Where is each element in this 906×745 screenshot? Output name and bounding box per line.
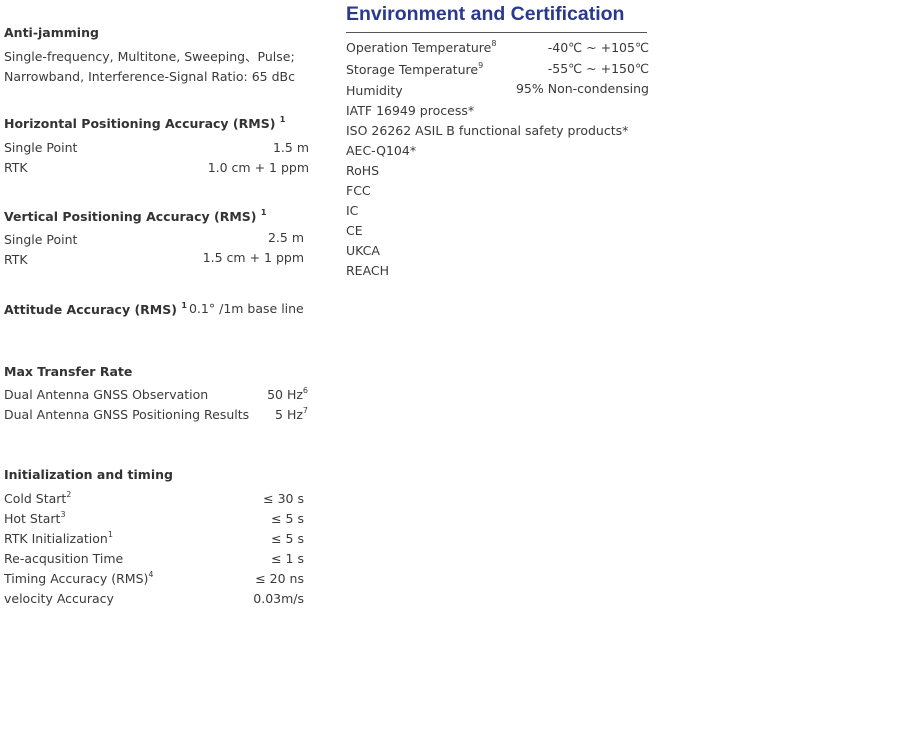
spec-value: -40℃ ~ +105℃ [547,40,649,55]
spec-label: Storage Temperature9 [346,61,484,78]
spec-label: Operation Temperature8 [346,39,497,56]
spec-value: 50 Hz6 [267,386,308,403]
anti-jamming-line: Single-frequency, Multitone, Sweeping、Pu… [4,49,295,64]
spec-value: ≤ 5 s [271,531,304,546]
certification-item: CE [346,223,363,238]
attitude-accuracy-heading: Attitude Accuracy (RMS) 1 [4,301,187,318]
certification-item: IATF 16949 process* [346,103,475,118]
certification-item: IC [346,203,359,218]
spec-label: Single Point [4,232,78,247]
certification-item: REACH [346,263,390,278]
attitude-accuracy-value: 0.1° /1m base line [189,301,304,316]
spec-label: Timing Accuracy (RMS)4 [4,570,154,587]
transfer-rate-heading: Max Transfer Rate [4,364,133,379]
anti-jamming-line: Narrowband, Interference-Signal Ratio: 6… [4,69,295,84]
spec-label: RTK Initialization1 [4,530,113,547]
spec-label: Hot Start3 [4,510,66,527]
spec-label: Single Point [4,140,78,155]
environment-title: Environment and Certification [346,3,625,25]
spec-value: ≤ 1 s [271,551,304,566]
spec-label: RTK [4,252,28,267]
spec-label: Humidity [346,83,403,98]
spec-value: 5 Hz7 [275,406,308,423]
spec-value: ≤ 5 s [271,511,304,526]
spec-value: 1.0 cm + 1 ppm [207,160,309,175]
spec-value: 1.5 m [272,140,309,155]
spec-value: 0.03m/s [253,591,304,606]
spec-label: velocity Accuracy [4,591,114,606]
certification-item: FCC [346,183,371,198]
spec-label: Cold Start2 [4,490,72,507]
spec-label: RTK [4,160,28,175]
initialization-heading: Initialization and timing [4,467,173,482]
spec-value: ≤ 20 ns [255,571,304,586]
spec-value: ≤ 30 s [263,491,304,506]
certification-item: ISO 26262 ASIL B functional safety produ… [346,123,629,138]
title-divider [346,32,647,33]
spec-label: Dual Antenna GNSS Positioning Results [4,407,250,422]
spec-label: Re-acqusition Time [4,551,124,566]
anti-jamming-heading: Anti-jamming [4,25,99,40]
vertical-accuracy-heading: Vertical Positioning Accuracy (RMS) 1 [4,208,267,225]
spec-label: Dual Antenna GNSS Observation [4,387,209,402]
spec-value: 1.5 cm + 1 ppm [202,250,304,265]
spec-value: 95% Non-condensing [515,81,649,96]
horizontal-accuracy-heading: Horizontal Positioning Accuracy (RMS) 1 [4,115,286,132]
spec-value: -55℃ ~ +150℃ [547,61,649,76]
certification-item: RoHS [346,163,380,178]
certification-item: AEC-Q104* [346,143,417,158]
certification-item: UKCA [346,243,380,258]
spec-value: 2.5 m [267,230,304,245]
